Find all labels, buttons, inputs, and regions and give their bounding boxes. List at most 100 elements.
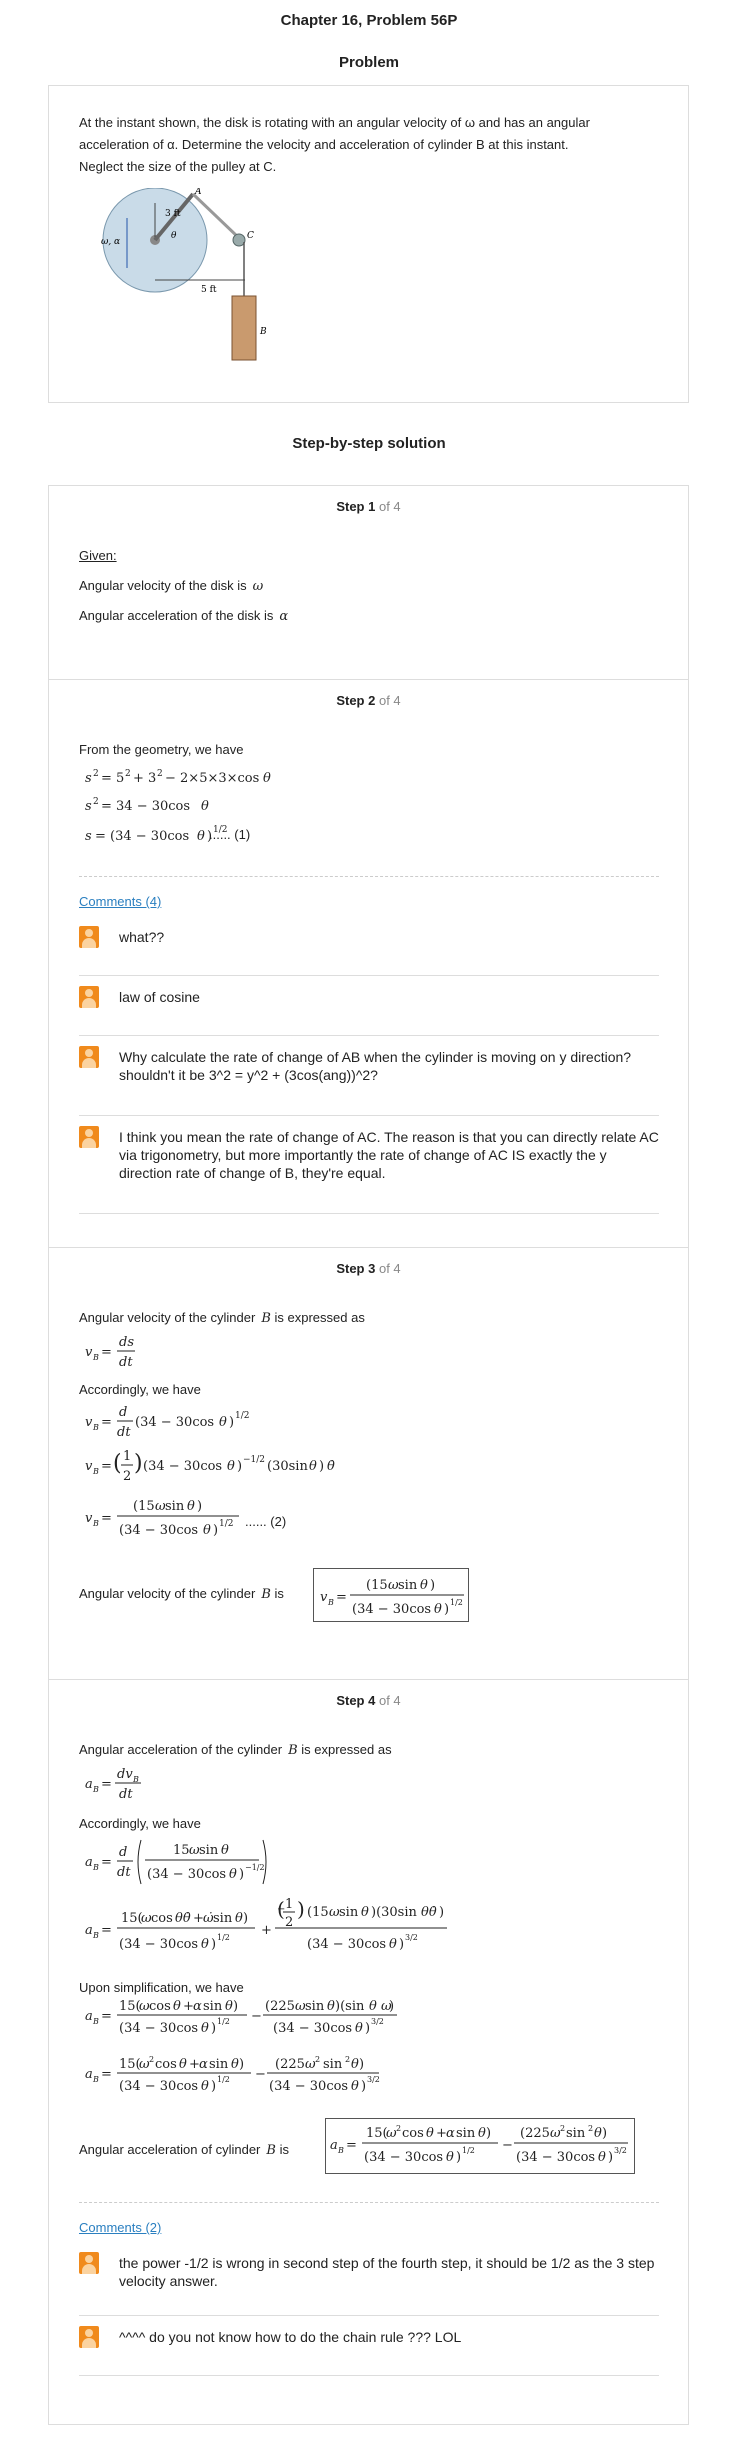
svg-text:): ) [430, 1578, 435, 1593]
svg-text:v: v [85, 1345, 93, 1360]
svg-text:a: a [85, 2009, 93, 2024]
svg-text:a: a [330, 2138, 338, 2153]
svg-text:): ) [134, 1451, 143, 1476]
svg-text:B: B [92, 1863, 99, 1872]
svg-text:): ) [243, 1911, 248, 1926]
svg-text:sin: sin [566, 2126, 586, 2141]
svg-text:2: 2 [149, 2055, 154, 2064]
svg-text:3/2: 3/2 [367, 2075, 380, 2084]
svg-text:θ: θ [594, 2126, 602, 2141]
svg-text:θθ̇: θθ̇ [421, 1905, 437, 1920]
svg-text:sin: sin [203, 1999, 223, 2014]
ab-definition: aB = dv B dt [85, 1767, 141, 1802]
comment: law of cosine [79, 986, 659, 1036]
comment: the power -1/2 is wrong in second step o… [79, 2252, 659, 2316]
svg-text:): ) [361, 2079, 366, 2094]
svg-text:B: B [92, 1467, 99, 1476]
svg-text:(34 − 30cos: (34 − 30cos [147, 1867, 226, 1882]
svg-text:1: 1 [123, 1449, 131, 1464]
svg-text:): ) [229, 1415, 234, 1430]
svg-text:(225: (225 [275, 2057, 305, 2072]
svg-text:=: = [101, 1415, 112, 1430]
svg-text:s: s [85, 829, 92, 844]
svg-text:= 34 − 30cos: = 34 − 30cos [101, 799, 190, 814]
svg-text:α: α [193, 1999, 202, 2014]
svg-text:θ: θ [221, 1843, 229, 1858]
svg-text:B: B [337, 2146, 344, 2155]
user-avatar-icon [79, 2326, 99, 2348]
svg-text:1/2: 1/2 [217, 2017, 230, 2026]
svg-text:(34 − 30cos: (34 − 30cos [352, 1602, 431, 1617]
svg-text:cos: cos [402, 2126, 424, 2141]
step-2-eq-tag: ...... (1) [209, 827, 251, 842]
svg-text:)(30sin: )(30sin [371, 1905, 418, 1920]
svg-text:(15: (15 [307, 1905, 329, 1920]
step-4-accordingly: Accordingly, we have [79, 1816, 201, 1831]
svg-text:(34 − 30cos: (34 − 30cos [269, 2079, 348, 2094]
svg-text:θ: θ [263, 771, 271, 786]
step-2-comments-link[interactable]: Comments (4) [79, 894, 161, 909]
svg-text:−1/2: −1/2 [245, 1863, 265, 1872]
svg-text:θ: θ [327, 1999, 335, 2014]
svg-text:15(: 15( [366, 2126, 388, 2141]
svg-text:2: 2 [396, 2124, 401, 2133]
svg-text:): ) [197, 1499, 202, 1514]
comment: Why calculate the rate of change of AB w… [79, 1046, 659, 1116]
svg-text:= (34 − 30cos: = (34 − 30cos [95, 829, 189, 844]
step-4-derivation: aB = d dt 15 ω sin θ (34 − 30cos θ) −1/2 aB … [85, 1839, 447, 1952]
svg-text:2: 2 [125, 769, 131, 779]
svg-text:): ) [399, 1937, 404, 1952]
svg-text:B: B [92, 1519, 99, 1528]
steps-box: Step 1 of 4 Given: Angular velocity of t… [48, 485, 689, 2425]
svg-text:−: − [255, 2067, 266, 2082]
svg-text:): ) [211, 1937, 216, 1952]
svg-text:θ: θ [434, 1602, 442, 1617]
svg-text:2: 2 [588, 2124, 593, 2133]
svg-text:2: 2 [93, 769, 99, 779]
acceleration-answer: aB = 15(ω 2 cos θ + α sin θ) (34 − 30cos θ) 1/2 … [330, 2124, 628, 2165]
svg-text:): ) [233, 1999, 238, 2014]
svg-text:1/2: 1/2 [450, 1598, 463, 1607]
svg-text:dt: dt [119, 1787, 133, 1802]
svg-text:2: 2 [123, 1469, 131, 1484]
svg-text:θ: θ [426, 2126, 434, 2141]
svg-text:(34 − 30cos: (34 − 30cos [119, 1523, 198, 1538]
svg-text:sin: sin [305, 1999, 325, 2014]
label-theta: θ [171, 231, 177, 241]
svg-text:v: v [85, 1459, 93, 1474]
step-4-header: Step 4 of 4 [336, 1693, 401, 1708]
svg-text:cos: cos [149, 1999, 171, 2014]
user-avatar-icon [79, 1046, 99, 1068]
svg-text:(15: (15 [366, 1578, 388, 1593]
step-4-comments-link[interactable]: Comments (2) [79, 2220, 161, 2235]
svg-text:(34 − 30cos: (34 − 30cos [119, 2079, 198, 2094]
svg-text:θ: θ [201, 799, 209, 814]
svg-text:B: B [92, 1785, 99, 1794]
given-alpha: Angular acceleration of the disk is α [79, 608, 289, 624]
svg-text:2: 2 [315, 2055, 320, 2064]
svg-text:θ: θ [173, 1999, 181, 2014]
given-omega: Angular velocity of the disk is ω [79, 578, 264, 594]
svg-text:): ) [211, 2079, 216, 2094]
step-3-intro: Angular velocity of the cylinder B is exp… [79, 1310, 365, 1326]
label-C: C [247, 231, 254, 241]
step-3-header: Step 3 of 4 [336, 1261, 401, 1276]
svg-text:θ: θ [201, 2021, 209, 2036]
given-label: Given: [79, 548, 117, 563]
svg-text:θ: θ [309, 1459, 317, 1474]
comments-divider [79, 876, 659, 877]
svg-text:=: = [101, 2067, 112, 2082]
svg-text:15(: 15( [119, 1999, 141, 2014]
step-1-header: Step 1 of 4 [336, 499, 401, 514]
velocity-answer-box: vB = (15 ω sin θ) (34 − 30cos θ) 1/2 [313, 1568, 469, 1622]
svg-text:2: 2 [345, 2055, 350, 2064]
step-2-header: Step 2 of 4 [336, 693, 401, 708]
svg-text:(225: (225 [520, 2126, 550, 2141]
page: Chapter 16, Problem 56P Problem At the i… [0, 0, 738, 2452]
step-3: Step 3 of 4 Angular velocity of the cyli… [49, 1248, 688, 1680]
svg-text:1/2: 1/2 [217, 2075, 230, 2084]
svg-text:(225: (225 [265, 1999, 295, 2014]
step-3-derivation: vB = d dt (34 − 30cos θ) 1/2 vB = ( 1 2 )… [85, 1405, 335, 1538]
user-avatar-icon [79, 2252, 99, 2274]
label-omega-alpha: ω, α [101, 237, 120, 247]
